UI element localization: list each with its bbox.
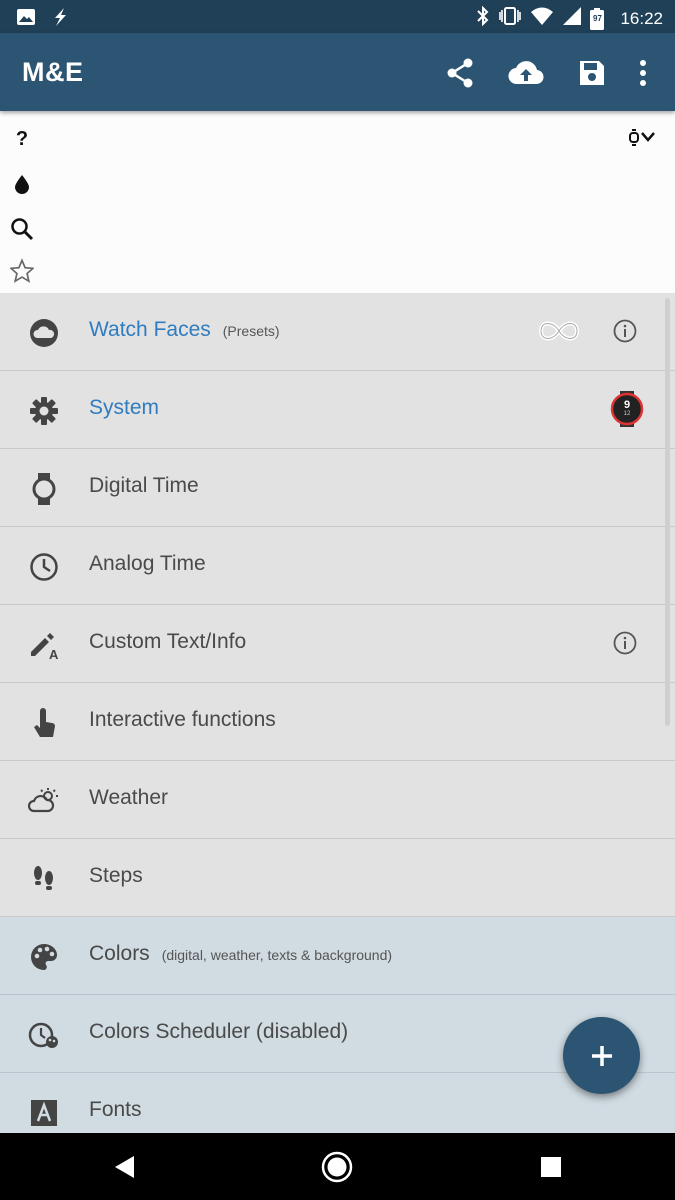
watch-preview-sub: 12 <box>623 411 631 417</box>
pen-text-icon: A <box>28 629 60 661</box>
status-time: 16:22 <box>620 8 663 28</box>
menu-item-colors[interactable]: Colors (digital, weather, texts & backgro… <box>0 917 675 995</box>
cloud-icon <box>28 317 60 349</box>
weather-icon <box>28 785 60 817</box>
back-icon[interactable] <box>114 1155 136 1184</box>
gear-icon <box>28 395 60 427</box>
tool-panel: ? <box>0 111 675 294</box>
watch-toggle-icon[interactable] <box>628 128 658 151</box>
color-scheduler-icon <box>28 1019 60 1051</box>
menu-item-steps[interactable]: Steps <box>0 839 675 917</box>
help-icon[interactable]: ? <box>10 127 34 151</box>
info-icon[interactable] <box>613 631 637 660</box>
save-icon <box>580 61 604 85</box>
save-button[interactable] <box>559 53 625 93</box>
menu-item-label: Digital Time <box>89 474 199 497</box>
menu-item-label: Fonts <box>89 1098 142 1121</box>
watch-icon <box>28 473 60 505</box>
clock-icon <box>28 551 60 583</box>
menu-item-watch-faces[interactable]: Watch Faces (Presets) <box>0 293 675 371</box>
menu-item-label: Colors Scheduler (disabled) <box>89 1020 349 1043</box>
battery-icon: 97 <box>590 7 605 30</box>
menu-item-label: Colors <box>89 942 150 965</box>
menu-item-label: Steps <box>89 864 143 887</box>
font-icon <box>28 1097 60 1129</box>
navigation-bar <box>0 1133 675 1200</box>
menu-item-system[interactable]: System 9 12 <box>0 371 675 449</box>
status-bar: 97 16:22 <box>0 0 675 33</box>
touch-icon <box>28 707 60 739</box>
water-drop-icon[interactable] <box>10 172 34 196</box>
more-options-button[interactable] <box>625 53 661 93</box>
star-outline-icon[interactable] <box>10 258 34 283</box>
home-icon[interactable] <box>321 1151 353 1188</box>
menu-item-label: System <box>89 396 160 419</box>
share-button[interactable] <box>427 53 493 93</box>
menu-item-label: Interactive functions <box>89 708 276 731</box>
cloud-upload-icon <box>508 61 544 85</box>
menu-item-label: Watch Faces <box>89 318 211 341</box>
menu-item-digital-time[interactable]: Digital Time <box>0 449 675 527</box>
svg-text:A: A <box>49 647 59 660</box>
scrollbar[interactable] <box>665 298 670 726</box>
app-bar: M&E <box>0 33 675 111</box>
signal-icon <box>562 6 582 31</box>
more-vert-icon <box>640 60 646 86</box>
recents-icon[interactable] <box>540 1156 562 1183</box>
menu-item-interactive-functions[interactable]: Interactive functions <box>0 683 675 761</box>
search-icon[interactable] <box>10 217 34 241</box>
menu-list: Watch Faces (Presets) System 9 12 Digital… <box>0 293 675 1133</box>
bluetooth-icon <box>476 5 490 31</box>
watch-preview-hour: 9 <box>623 399 631 411</box>
add-fab-button[interactable] <box>563 1017 640 1094</box>
battery-level: 97 <box>593 13 602 23</box>
menu-item-label: Custom Text/Info <box>89 630 247 653</box>
app-title: M&E <box>22 57 84 87</box>
menu-item-label: Analog Time <box>89 552 206 575</box>
watch-preview: 9 12 <box>610 391 644 427</box>
plus-icon <box>591 1045 612 1066</box>
vibrate-icon <box>498 6 522 31</box>
infinity-icon[interactable] <box>536 317 582 350</box>
image-icon <box>16 7 36 32</box>
info-icon[interactable] <box>613 319 637 348</box>
menu-item-weather[interactable]: Weather <box>0 761 675 839</box>
palette-icon <box>28 941 60 973</box>
footsteps-icon <box>28 863 60 895</box>
menu-item-label: Weather <box>89 786 168 809</box>
menu-item-sub: (digital, weather, texts & background) <box>161 947 393 963</box>
wifi-icon <box>530 6 554 31</box>
cloud-upload-button[interactable] <box>493 53 559 93</box>
menu-item-custom-text[interactable]: A Custom Text/Info <box>0 605 675 683</box>
menu-item-sub: (Presets) <box>222 323 280 339</box>
share-icon <box>447 58 473 88</box>
menu-item-analog-time[interactable]: Analog Time <box>0 527 675 605</box>
flash-icon <box>50 7 70 32</box>
